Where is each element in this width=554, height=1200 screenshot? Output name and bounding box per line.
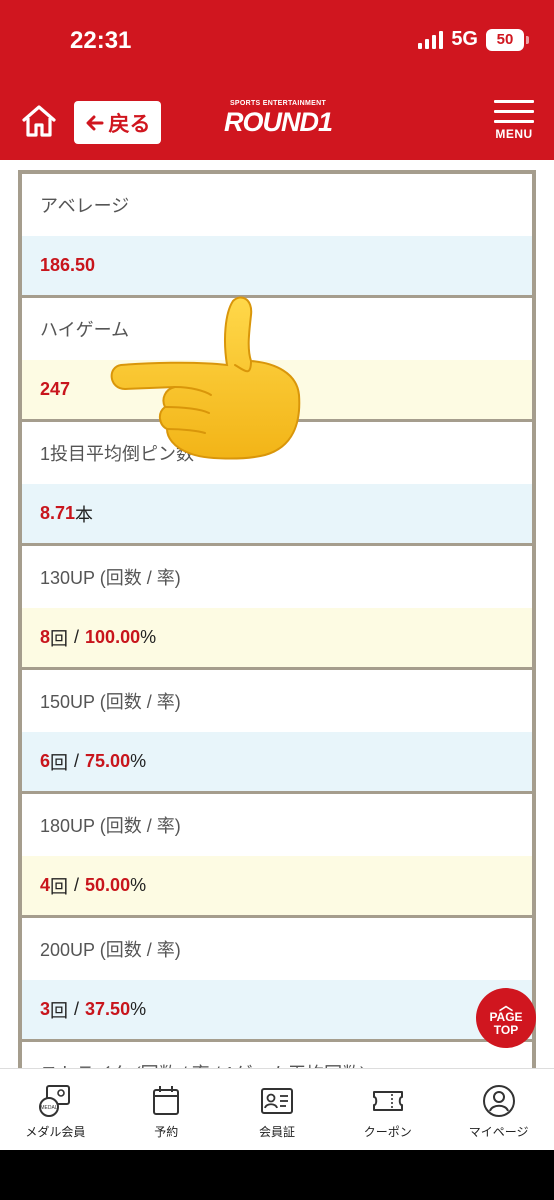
svg-text:MEDAL: MEDAL [41, 1105, 58, 1111]
first-ball-pins-value: 8.71 [40, 503, 76, 523]
member-card-icon [260, 1088, 293, 1114]
coupon-ticket-icon [372, 1091, 403, 1111]
stat-value: 3 回/37.50% [22, 980, 532, 1039]
home-button[interactable] [20, 102, 58, 140]
home-indicator-area [0, 1150, 554, 1200]
stat-label: 130UP (回数 / 率) [22, 546, 532, 608]
page-top-button[interactable]: ︿ PAGE TOP [476, 988, 536, 1048]
rate-unit: % [140, 627, 157, 647]
home-icon [22, 105, 56, 137]
logo-subtitle: SPORTS ENTERTAINMENT [229, 100, 327, 107]
tab-label: 会員証 [258, 1125, 295, 1139]
status-indicators: 5G 50 [418, 28, 529, 51]
tab-label: メダル会員 [25, 1125, 86, 1139]
stat-value: 4 回/50.00% [22, 856, 532, 915]
stat-label: 200UP (回数 / 率) [22, 918, 532, 980]
tab-medal-member[interactable]: MEDAL メダル会員 [0, 1069, 111, 1150]
rate-unit: % [130, 875, 147, 895]
back-label: 戻る [108, 112, 151, 136]
tab-label: クーポン [363, 1125, 412, 1139]
stat-value: 8 回/100.00% [22, 608, 532, 667]
bottom-tab-bar: MEDAL メダル会員 予約 会員証 クーポン マイページ [0, 1068, 554, 1150]
rate-unit: % [130, 999, 147, 1019]
stat-180up: 180UP (回数 / 率) 4 回/50.00% [22, 794, 532, 918]
separator: / [74, 875, 80, 895]
separator: / [74, 751, 80, 771]
count-value: 3 [40, 999, 51, 1019]
tab-reservation[interactable]: 予約 [111, 1069, 222, 1150]
count-value: 8 [40, 627, 51, 647]
stat-value: 6 回/75.00% [22, 732, 532, 791]
medal-member-icon: MEDAL [39, 1085, 71, 1117]
user-icon [482, 1085, 515, 1117]
pins-unit: 本 [75, 504, 94, 525]
stat-value: 8.71 本 [22, 484, 532, 543]
logo-title: ROUND1 [223, 107, 333, 137]
menu-label: MENU [495, 127, 533, 141]
high-game-value: 247 [40, 379, 71, 399]
stat-average: アベレージ 186.50 [22, 174, 532, 298]
rate-value: 50.00 [85, 875, 131, 895]
hamburger-bar [494, 120, 534, 123]
signal-icon [418, 30, 444, 49]
tab-member-card[interactable]: 会員証 [222, 1069, 333, 1150]
count-unit: 回 [50, 1000, 69, 1021]
rate-value: 75.00 [85, 751, 131, 771]
hamburger-bar [494, 110, 534, 113]
menu-button[interactable]: MENU [492, 100, 536, 146]
tab-label: マイページ [468, 1125, 529, 1139]
separator: / [74, 627, 80, 647]
battery-icon: 50 [486, 28, 529, 51]
stat-label: 150UP (回数 / 率) [22, 670, 532, 732]
rate-value: 37.50 [85, 999, 131, 1019]
count-value: 6 [40, 751, 51, 771]
stat-label: 180UP (回数 / 率) [22, 794, 532, 856]
count-unit: 回 [50, 876, 69, 897]
battery-level: 50 [496, 31, 514, 48]
count-value: 4 [40, 875, 51, 895]
count-unit: 回 [50, 628, 69, 649]
tab-label: 予約 [154, 1125, 179, 1139]
calendar-icon [153, 1086, 180, 1115]
status-time: 22:31 [70, 27, 132, 54]
rate-value: 100.00 [85, 627, 141, 647]
network-type: 5G [451, 28, 478, 50]
hamburger-icon [494, 100, 534, 103]
app-header: 22:31 5G 50 戻る SPORTS ENTERTAINMENT ROUN… [0, 0, 554, 160]
stat-150up: 150UP (回数 / 率) 6 回/75.00% [22, 670, 532, 794]
stat-label: アベレージ [22, 174, 532, 236]
stat-130up: 130UP (回数 / 率) 8 回/100.00% [22, 546, 532, 670]
stat-strike: ストライク (回数 / 率 / 1ゲーム平均回数) [22, 1042, 532, 1068]
separator: / [74, 999, 80, 1019]
stat-label: ストライク (回数 / 率 / 1ゲーム平均回数) [22, 1042, 532, 1068]
average-value: 186.50 [40, 255, 96, 275]
back-button[interactable]: 戻る [74, 101, 161, 144]
page-top-label-2: TOP [493, 1023, 519, 1037]
round1-logo[interactable]: SPORTS ENTERTAINMENT ROUND1 [222, 100, 334, 140]
tab-mypage[interactable]: マイページ [443, 1069, 554, 1150]
stat-value: 186.50 [22, 236, 532, 295]
tab-coupon[interactable]: クーポン [332, 1069, 443, 1150]
arrow-left-icon [86, 115, 103, 130]
pointing-hand-emoji-icon [110, 296, 301, 460]
rate-unit: % [130, 751, 147, 771]
count-unit: 回 [50, 752, 69, 773]
stat-200up: 200UP (回数 / 率) 3 回/37.50% [22, 918, 532, 1042]
